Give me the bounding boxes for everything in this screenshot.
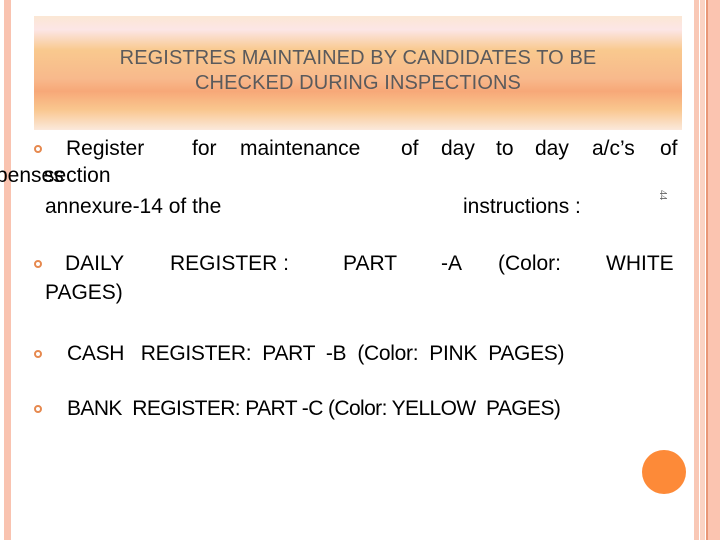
bullet-icon: [34, 350, 42, 358]
word: of: [660, 137, 678, 160]
title-banner: REGISTRES MAINTAINED BY CANDIDATES TO BE…: [34, 16, 682, 130]
right-border: [694, 0, 720, 540]
word: for: [192, 137, 217, 160]
word: day: [535, 137, 569, 160]
text-line: PAGES): [45, 281, 123, 304]
word: Register: [66, 137, 145, 160]
right-border-stripe: [694, 0, 699, 540]
left-border-stripe: [4, 0, 11, 540]
slide-title: REGISTRES MAINTAINED BY CANDIDATES TO BE…: [120, 46, 597, 96]
decorative-orange-dot: [642, 450, 686, 494]
list-item: CASH REGISTER: PART -B (Color: PINK PAGE…: [67, 342, 565, 365]
word: DAILY: [65, 252, 125, 275]
word: day: [441, 137, 475, 160]
word: REGISTER :: [170, 252, 290, 275]
word: WHITE: [606, 252, 674, 275]
word: -A: [441, 252, 462, 275]
title-line-2: CHECKED DURING INSPECTIONS: [195, 72, 521, 94]
word: maintenance: [240, 137, 361, 160]
list-item: BANK REGISTER: PART -C (Color: YELLOW PA…: [67, 397, 561, 420]
bullet-icon: [34, 260, 42, 268]
word: to: [496, 137, 514, 160]
text-line: instructions :: [463, 195, 581, 218]
bullet-icon: [34, 145, 42, 153]
text-line: annexure-14 of the: [45, 195, 222, 218]
word: (Color:: [498, 252, 562, 275]
bullet-icon: [34, 405, 42, 413]
word: a/c’s: [592, 137, 635, 160]
title-line-1: REGISTRES MAINTAINED BY CANDIDATES TO BE: [119, 47, 597, 69]
word: PART: [343, 252, 398, 275]
page-number: 44: [657, 190, 668, 200]
right-border-stripe: [700, 0, 705, 540]
right-border-stripe: [708, 0, 720, 540]
word: of: [401, 137, 419, 160]
overlapping-text: section: [44, 164, 111, 187]
